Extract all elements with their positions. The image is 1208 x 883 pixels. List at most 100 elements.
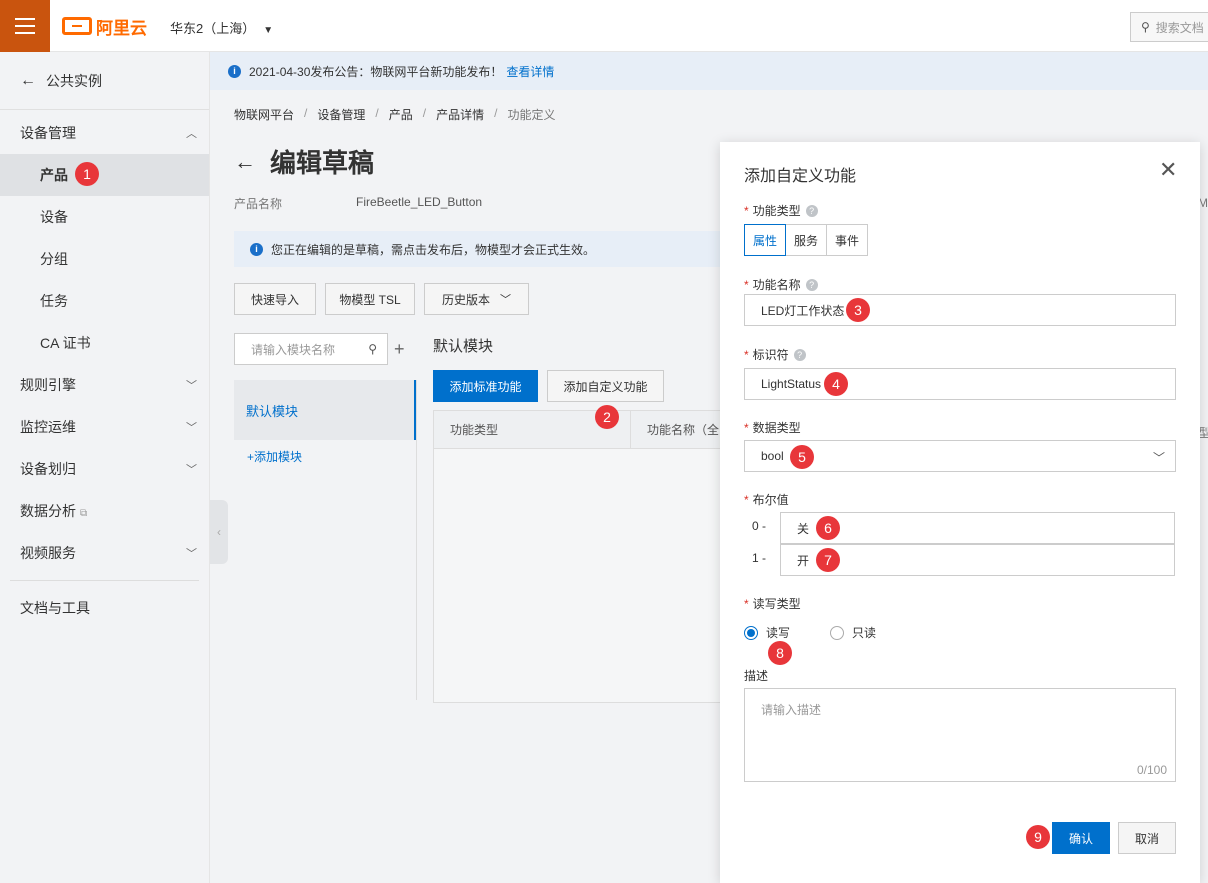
product-name-label: 产品名称 [234,197,283,211]
function-name-field[interactable]: LED灯工作状态 [744,294,1176,326]
sidebar-group-rules[interactable]: 规则引擎 ﹀ [0,364,209,406]
page-title-text: 编辑草稿 [270,148,375,178]
breadcrumb-item[interactable]: 设备管理 [317,106,365,123]
info-icon: i [228,64,241,78]
sidebar-item-ca-cert[interactable]: CA 证书 [0,322,209,364]
draft-notice-text: 您正在编辑的是草稿，需点击发布后，物模型才会正式生效。 [271,242,596,257]
sidebar-item-product[interactable]: 产品 [0,154,209,196]
module-search-input[interactable]: 请输入模块名称 ⚲ [234,333,388,365]
field-value: 关 [797,521,810,536]
add-module-link[interactable]: +添加模块 [247,448,302,465]
type-option-property[interactable]: 属性 [744,224,787,256]
item-label: CA 证书 [40,335,91,351]
description-textarea[interactable]: 请输入描述 0/100 [744,688,1176,782]
sidebar-group-monitoring[interactable]: 监控运维 ﹀ [0,406,209,448]
page-title: ← 编辑草稿 [234,143,374,180]
field-label-identifier: * 标识符? [744,346,806,363]
chevron-up-icon: ︿ [186,128,197,140]
type-option-service[interactable]: 服务 [785,224,828,256]
region-label: 华东2（上海） [170,21,256,36]
back-arrow-icon[interactable]: ← [234,149,256,175]
hamburger-menu-icon[interactable] [0,0,50,52]
sidebar-item-device[interactable]: 设备 [0,196,209,238]
region-selector[interactable]: 华东2（上海） ▼ [170,18,273,37]
bool-1-prefix: 1 - [752,551,767,565]
aliyun-logo[interactable]: 阿里云 [62,14,147,38]
add-module-plus-icon[interactable]: + [394,339,405,360]
doc-search-input[interactable]: ⚲ 搜索文档 [1130,12,1208,42]
info-icon: i [250,242,263,256]
sidebar-item-docs-tools[interactable]: 文档与工具 [0,587,209,629]
help-icon[interactable]: ? [805,278,818,291]
item-label: 分组 [40,251,68,267]
breadcrumb-item[interactable]: 产品详情 [436,106,484,123]
chevron-down-icon: ﹀ [186,464,197,476]
chevron-down-icon: ﹀ [500,294,511,306]
label-text: 数据类型 [752,421,801,435]
back-to-instances[interactable]: ← 公共实例 [0,52,209,110]
step-marker: 2 [595,405,619,429]
field-value: 开 [797,553,810,568]
quick-import-button[interactable]: 快速导入 [234,283,316,315]
sidebar-group-device-management[interactable]: 设备管理 ︿ [0,112,209,154]
radio-label: 读写 [766,626,791,640]
tsl-button[interactable]: 物模型 TSL [325,283,415,315]
identifier-field[interactable]: LightStatus [744,368,1176,400]
sidebar-group-device-assign[interactable]: 设备划归 ﹀ [0,448,209,490]
help-icon[interactable]: ? [793,348,806,361]
module-item-default[interactable]: 默认模块 [234,380,416,440]
label-text: 布尔值 [752,493,789,507]
breadcrumb-item[interactable]: 产品 [389,106,413,123]
sidebar-item-group[interactable]: 分组 [0,238,209,280]
sidebar-item-task[interactable]: 任务 [0,280,209,322]
breadcrumb: 物联网平台 / 设备管理 / 产品 / 产品详情 / 功能定义 [234,106,556,123]
external-link-icon: ⧉ [80,508,88,519]
module-title: 默认模块 [433,338,494,355]
product-name-value: FireBeetle_LED_Button [356,195,483,209]
aliyun-logo-icon [62,17,92,35]
label-text: 标识符 [752,348,789,362]
top-bar: 阿里云 华东2（上海） ▼ ⚲ 搜索文档 [0,0,1208,52]
confirm-button[interactable]: 确认 [1052,822,1110,854]
group-label: 规则引擎 [20,377,76,393]
sidebar-collapse-handle[interactable]: ‹ [210,500,228,564]
cancel-button[interactable]: 取消 [1118,822,1176,854]
radio-label: 只读 [852,626,877,640]
field-label-bool: * 布尔值 [744,492,789,508]
step-marker: 9 [1026,825,1050,849]
announcement-link[interactable]: 查看详情 [506,63,554,80]
radio-read-write[interactable] [744,625,758,640]
chevron-down-icon: ﹀ [186,422,197,434]
breadcrumb-current: 功能定义 [507,108,556,122]
field-label-rw: * 读写类型 [744,596,801,612]
group-label: 文档与工具 [20,600,90,616]
item-label: 产品 [40,167,68,183]
module-label: 默认模块 [246,403,299,419]
brand-name: 阿里云 [96,18,147,38]
breadcrumb-item[interactable]: 物联网平台 [234,106,294,123]
search-icon: ⚲ [1141,20,1150,34]
sidebar: ← 公共实例 设备管理 ︿ 产品 设备 分组 任务 CA 证书 规则引擎 ﹀ 监控运… [0,52,210,883]
step-marker: 4 [824,372,848,396]
label-text: 功能名称 [752,278,801,292]
history-version-button[interactable]: 历史版本 ﹀ [424,283,529,315]
label-text: 功能类型 [752,204,801,218]
radio-read-only[interactable] [830,625,845,640]
sidebar-group-data-analysis[interactable]: 数据分析 ⧉ [0,490,209,532]
add-custom-function-button[interactable]: 添加自定义功能 [547,370,664,402]
button-label: 快速导入 [250,292,299,307]
divider [10,580,199,581]
function-table: 功能类型 功能名称（全 [433,410,723,703]
close-icon[interactable]: ✕ [1159,159,1177,181]
caret-down-icon: ▼ [263,25,274,36]
group-label: 设备划归 [20,461,76,477]
type-option-event[interactable]: 事件 [826,224,869,256]
step-marker: 5 [790,445,814,469]
chevron-down-icon: ﹀ [1152,451,1165,465]
add-standard-function-button[interactable]: 添加标准功能 [433,370,538,402]
button-label: 物模型 TSL [339,292,401,307]
draft-notice: i 您正在编辑的是草稿，需点击发布后，物模型才会正式生效。 [234,231,734,267]
sidebar-group-video[interactable]: 视频服务 ﹀ [0,532,209,574]
help-icon[interactable]: ? [805,204,818,217]
field-label-datatype: * 数据类型 [744,420,801,436]
